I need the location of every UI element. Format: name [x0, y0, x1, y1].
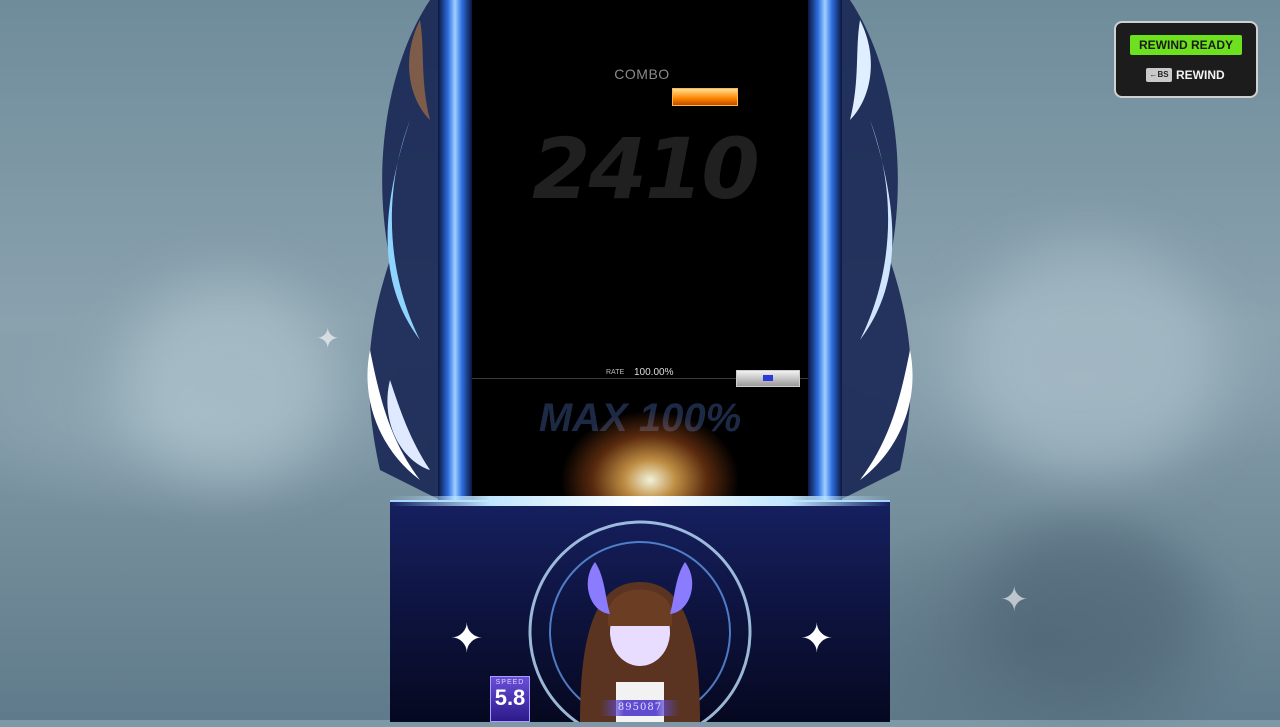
speed-indicator: SPEED 5.8	[490, 676, 530, 722]
svg-text:✦: ✦	[800, 616, 834, 662]
sparkle-icon: ✦	[1000, 581, 1029, 619]
rewind-button[interactable]: REWIND	[1176, 68, 1225, 82]
score-display: 895087	[600, 700, 680, 716]
rewind-panel: REWIND READY ←BS REWIND	[1114, 21, 1258, 98]
backspace-key-icon[interactable]: ←BS	[1146, 68, 1172, 82]
character-stage: ✦ ✦	[390, 500, 890, 727]
combo-count: 2410	[532, 120, 760, 218]
svg-text:✦: ✦	[450, 616, 484, 662]
left-pillar	[438, 0, 472, 500]
rate-meter	[736, 370, 800, 387]
rate-label: RATE	[606, 369, 625, 376]
right-pillar	[808, 0, 842, 500]
rate-value: 100.00%	[634, 367, 674, 378]
rewind-ready-badge: REWIND READY	[1130, 35, 1242, 55]
rate-meter-fill	[763, 375, 773, 381]
judgment-line	[390, 496, 890, 506]
combo-label: COMBO	[614, 66, 670, 82]
character-art: ✦ ✦	[450, 520, 834, 727]
sparkle-icon: ✦	[316, 323, 340, 354]
speed-value: 5.8	[494, 685, 526, 710]
judgment-bar	[672, 88, 738, 106]
